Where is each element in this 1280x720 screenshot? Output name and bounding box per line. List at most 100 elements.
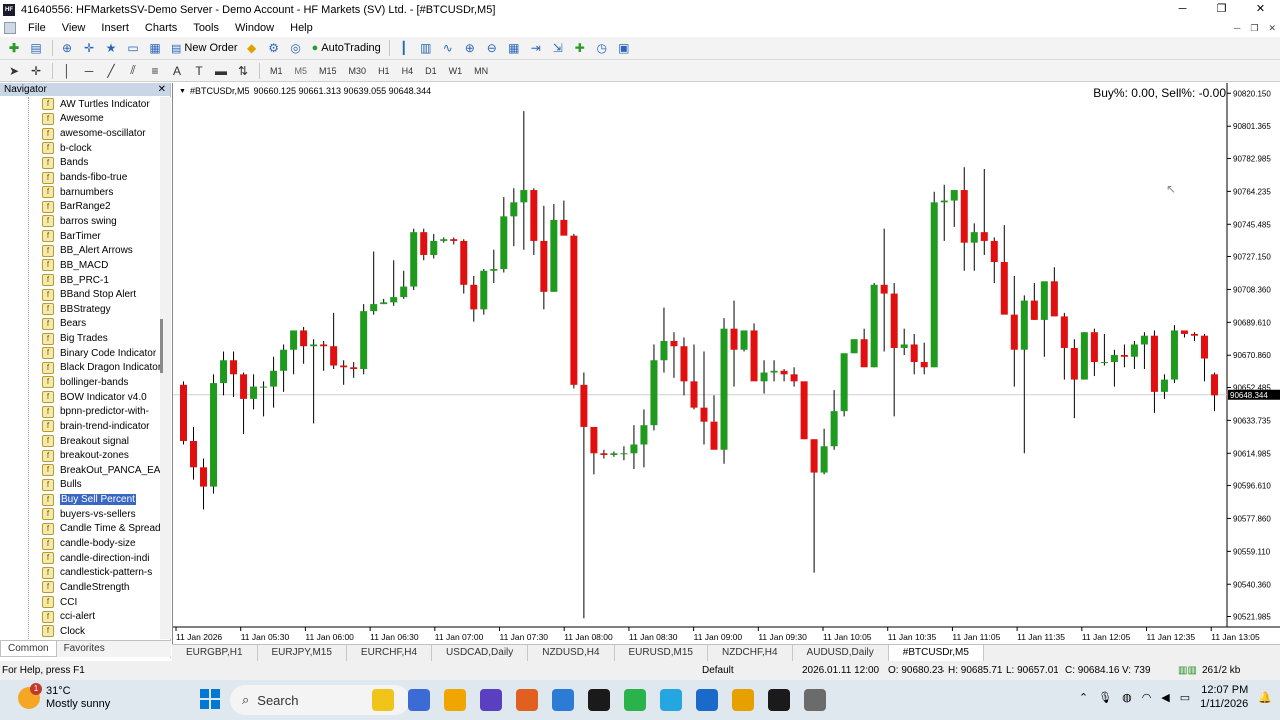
metaeditor-icon[interactable]: ◆ <box>242 39 262 57</box>
taskbar-app-icon[interactable] <box>372 689 394 711</box>
menu-window[interactable]: Window <box>227 19 282 37</box>
chart-tab[interactable]: EURUSD,M15 <box>615 645 708 661</box>
navigator-item[interactable]: f candlestick-pattern-s <box>0 566 160 581</box>
autotrading-button[interactable]: ● AutoTrading <box>308 39 385 57</box>
wifi-icon[interactable]: ◠ <box>1142 691 1152 704</box>
mdi-restore-button[interactable]: ❐ <box>1250 19 1258 37</box>
timeframe-m15[interactable]: M15 <box>313 62 343 80</box>
taskbar-app-icon[interactable] <box>804 689 826 711</box>
timeframe-h4[interactable]: H4 <box>396 62 420 80</box>
arrows-icon[interactable]: ⇅ <box>233 62 253 80</box>
timeframe-m1[interactable]: M1 <box>264 62 289 80</box>
chart-tab[interactable]: USDCAD,Daily <box>432 645 529 661</box>
menu-insert[interactable]: Insert <box>93 19 137 37</box>
navigator-item[interactable]: f BB_PRC-1 <box>0 273 160 288</box>
start-button[interactable] <box>200 689 220 709</box>
chart-menu-icon[interactable]: ▼ <box>179 88 186 95</box>
chart-window[interactable]: 90820.150 90801.365 90782.985 90764.235 9074… <box>172 83 1280 644</box>
signals-icon[interactable]: ⚙ <box>264 39 284 57</box>
horizontal-line-icon[interactable]: ─ <box>79 62 99 80</box>
navigator-item[interactable]: f Big Trades <box>0 331 160 346</box>
line-chart-icon[interactable]: ∿ <box>438 39 458 57</box>
menu-help[interactable]: Help <box>282 19 321 37</box>
taskbar-app-icon[interactable] <box>444 689 466 711</box>
battery-icon[interactable]: ▭ <box>1180 691 1190 704</box>
zoom-in-icon[interactable]: ⊕ <box>460 39 480 57</box>
zoom-out-icon[interactable]: ⊖ <box>482 39 502 57</box>
chart-tab[interactable]: NZDUSD,H4 <box>528 645 615 661</box>
navigator-item[interactable]: f b-clock <box>0 141 160 156</box>
maximize-button[interactable]: ❐ <box>1202 0 1241 19</box>
timeframe-m30[interactable]: M30 <box>343 62 373 80</box>
navigator-item[interactable]: f CCI <box>0 595 160 610</box>
market-watch-icon[interactable]: ⊕ <box>57 39 77 57</box>
crosshair-icon[interactable]: ✛ <box>26 62 46 80</box>
navigator-item[interactable]: f CandleStrength <box>0 580 160 595</box>
timeframe-mn[interactable]: MN <box>468 62 494 80</box>
taskbar-app-icon[interactable] <box>588 689 610 711</box>
taskbar-app-icon[interactable] <box>660 689 682 711</box>
navigator-icon[interactable]: ★ <box>101 39 121 57</box>
navigator-item[interactable]: f BBand Stop Alert <box>0 287 160 302</box>
navigator-item[interactable]: f breakout-zones <box>0 448 160 463</box>
templates-icon[interactable]: ▣ <box>614 39 634 57</box>
navigator-item[interactable]: f cci-alert <box>0 609 160 624</box>
autoscroll-icon[interactable]: ⇲ <box>548 39 568 57</box>
navigator-item[interactable]: f Black Dragon Indicator <box>0 361 160 376</box>
navigator-item[interactable]: f Bands <box>0 156 160 171</box>
navigator-item[interactable]: f barros swing <box>0 214 160 229</box>
navigator-item[interactable]: f candle-direction-indi <box>0 551 160 566</box>
timeframe-m5[interactable]: M5 <box>289 62 314 80</box>
navigator-item[interactable]: f Binary Code Indicator <box>0 346 160 361</box>
cursor-icon[interactable]: ➤ <box>4 62 24 80</box>
navigator-item[interactable]: f BarTimer <box>0 229 160 244</box>
minimize-button[interactable]: ─ <box>1163 0 1202 19</box>
chevron-up-icon[interactable]: ⌃ <box>1079 691 1088 704</box>
text-label-icon[interactable]: T <box>189 62 209 80</box>
periods-icon[interactable]: ◷ <box>592 39 612 57</box>
channel-icon[interactable]: ⫽ <box>123 62 143 80</box>
navigator-item[interactable]: f Bears <box>0 317 160 332</box>
text-icon[interactable]: A <box>167 62 187 80</box>
market-icon[interactable]: ◎ <box>286 39 306 57</box>
bell-icon[interactable]: 🔔 <box>1258 691 1272 704</box>
volume-icon[interactable]: ◀ <box>1161 691 1169 704</box>
trendline-icon[interactable]: ╱ <box>101 62 121 80</box>
chart-tab[interactable]: EURGBP,H1 <box>172 645 258 661</box>
navigator-item[interactable]: f Candle Time & Spread <box>0 522 160 537</box>
navigator-item[interactable]: f bollinger-bands <box>0 375 160 390</box>
navigator-close-button[interactable]: ✕ <box>158 84 166 95</box>
terminal-icon[interactable]: ▭ <box>123 39 143 57</box>
navigator-item[interactable]: f Clock <box>0 624 160 639</box>
indicators-icon[interactable]: ✚ <box>570 39 590 57</box>
fibonacci-icon[interactable]: ≡ <box>145 62 165 80</box>
menu-charts[interactable]: Charts <box>137 19 185 37</box>
menu-file[interactable]: File <box>20 19 54 37</box>
navigator-item[interactable]: f BreakOut_PANCA_EA <box>0 463 160 478</box>
data-window-icon[interactable]: ✛ <box>79 39 99 57</box>
chart-tab[interactable]: #BTCUSDr,M5 <box>888 645 984 661</box>
new-order-button[interactable]: ▤ New Order <box>167 39 242 57</box>
navigator-item[interactable]: f BB_MACD <box>0 258 160 273</box>
taskbar-app-icon[interactable] <box>696 689 718 711</box>
chart-tab[interactable]: EURJPY,M15 <box>258 645 347 661</box>
tile-windows-icon[interactable]: ▦ <box>504 39 524 57</box>
bar-chart-icon[interactable]: ┃ <box>394 39 414 57</box>
navigator-item[interactable]: f buyers-vs-sellers <box>0 507 160 522</box>
chart-tab[interactable]: NZDCHF,H4 <box>708 645 793 661</box>
menu-view[interactable]: View <box>54 19 94 37</box>
candlestick-icon[interactable]: ▥ <box>416 39 436 57</box>
navigator-item[interactable]: f BB_Alert Arrows <box>0 243 160 258</box>
taskbar-app-icon[interactable] <box>408 689 430 711</box>
timeframe-w1[interactable]: W1 <box>443 62 469 80</box>
taskbar-app-icon[interactable] <box>768 689 790 711</box>
navigator-item[interactable]: f Breakout signal <box>0 434 160 449</box>
navigator-item[interactable]: f awesome-oscillator <box>0 126 160 141</box>
chart-tab[interactable]: AUDUSD,Daily <box>793 645 889 661</box>
document-icon[interactable] <box>4 22 16 34</box>
navigator-item[interactable]: f bands-fibo-true <box>0 170 160 185</box>
timeframe-d1[interactable]: D1 <box>419 62 443 80</box>
taskbar-app-icon[interactable] <box>624 689 646 711</box>
mic-icon[interactable]: 🎙 <box>1098 691 1112 704</box>
taskbar-app-icon[interactable] <box>480 689 502 711</box>
